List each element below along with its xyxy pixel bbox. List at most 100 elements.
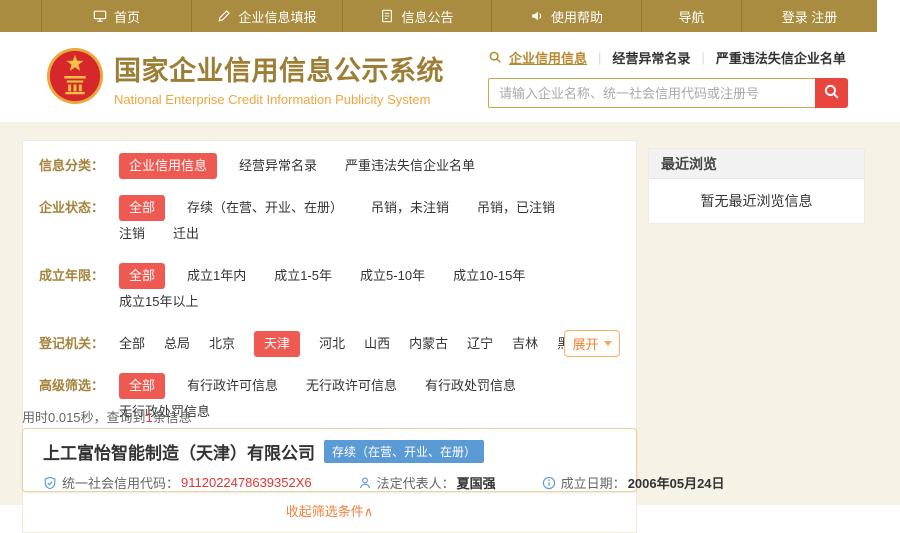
filter-option[interactable]: 河北	[319, 334, 345, 354]
search-button[interactable]	[815, 78, 848, 108]
filter-options-registration-authority: 全部总局北京天津河北山西内蒙古辽宁吉林黑龙江	[119, 331, 620, 357]
filter-option[interactable]: 成立10-15年	[453, 266, 525, 286]
pen-icon	[217, 9, 231, 23]
filter-option[interactable]: 经营异常名录	[239, 156, 317, 176]
field-value: 2006年05月24日	[627, 476, 725, 491]
filter-option-line: 企业信用信息 经营异常名录 严重违法失信企业名单	[119, 153, 620, 179]
sidebar-title: 最近浏览	[649, 149, 864, 179]
nav-item-site-navigation[interactable]: 导航	[642, 0, 742, 32]
filter-option[interactable]: 成立15年以上	[119, 292, 198, 312]
speaker-icon	[530, 9, 544, 23]
search-tabs-magnifier-icon	[488, 50, 502, 64]
filter-option[interactable]: 存续（在营、开业、在册）	[187, 198, 343, 218]
filter-option[interactable]: 山西	[364, 334, 390, 354]
filter-option[interactable]: 成立1年内	[187, 266, 246, 286]
document-icon	[380, 9, 394, 23]
filter-option[interactable]: 吉林	[512, 334, 538, 354]
filter-option[interactable]: 无行政许可信息	[306, 376, 397, 396]
page-title: 国家企业信用信息公示系统	[114, 56, 444, 86]
sidebar-empty-text: 暂无最近浏览信息	[700, 193, 813, 209]
tab-divider: |	[701, 49, 705, 65]
info-circle-icon	[542, 476, 556, 490]
nav-item-label: 信息公告	[401, 9, 454, 25]
field-value: 夏国强	[456, 476, 496, 491]
nav-item-help[interactable]: 使用帮助	[492, 0, 642, 32]
tab-divider: |	[598, 49, 602, 65]
filter-option[interactable]: 严重违法失信企业名单	[345, 156, 475, 176]
results-summary: 用时0.015秒，查询到1条信息	[22, 407, 192, 426]
expand-button-label: 展开	[572, 337, 599, 352]
nav-item-home[interactable]: 首页	[42, 0, 192, 32]
filter-option[interactable]: 全部	[119, 195, 166, 221]
filter-option[interactable]: 有行政许可信息	[187, 376, 278, 396]
filter-option[interactable]: 天津	[254, 331, 301, 357]
filter-row-enterprise-status: 企业状态： 全部 存续（在营、开业、在册） 吊销，未注销 吊销，已注销注销 迁出	[39, 195, 620, 247]
filter-option-line: 全部 存续（在营、开业、在册） 吊销，未注销 吊销，已注销注销 迁出	[119, 195, 620, 247]
page-subtitle: National Enterprise Credit Information P…	[114, 92, 431, 107]
search-tabs: 企业信用信息 | 经营异常名录 | 严重违法失信企业名单	[488, 47, 860, 67]
filter-option[interactable]: 吊销，已注销	[477, 198, 555, 218]
filter-option[interactable]: 成立1-5年	[274, 266, 332, 286]
filter-label-establishment-years: 成立年限：	[39, 268, 105, 283]
site-header: 国家企业信用信息公示系统 National Enterprise Credit …	[0, 32, 900, 122]
company-field: 统一社会信用代码： 9112022478639352X6	[43, 473, 312, 492]
filter-options-enterprise-status: 全部 存续（在营、开业、在册） 吊销，未注销 吊销，已注销注销 迁出	[119, 195, 620, 247]
caret-down-icon	[603, 341, 612, 346]
filter-option[interactable]: 北京	[209, 334, 235, 354]
main-area: 信息分类： 企业信用信息 经营异常名录 严重违法失信企业名单企业状态： 全部 存续（在营、…	[0, 122, 900, 533]
nav-item-label: 导航	[678, 9, 705, 25]
filter-option-line: 全部 有行政许可信息 无行政许可信息 有行政处罚信息无行政处罚信息	[119, 373, 620, 425]
summary-count: 1	[145, 410, 153, 425]
recent-views-sidebar: 最近浏览 暂无最近浏览信息	[648, 148, 865, 224]
field-label: 统一社会信用代码：	[62, 476, 180, 491]
company-field: 成立日期： 2006年05月24日	[542, 473, 725, 492]
filter-option[interactable]: 成立5-10年	[360, 266, 425, 286]
search-tab-1[interactable]: 企业信用信息	[509, 48, 587, 67]
filter-option[interactable]: 全部	[119, 373, 166, 399]
nav-item-enterprise-info-filing[interactable]: 企业信息填报	[192, 0, 343, 32]
nav-spacer	[0, 0, 42, 32]
search-tab-2[interactable]: 经营异常名录	[612, 48, 690, 67]
filter-option[interactable]: 有行政处罚信息	[425, 376, 516, 396]
search-block: 企业信用信息 | 经营异常名录 | 严重违法失信企业名单	[488, 47, 860, 108]
filter-option[interactable]: 企业信用信息	[119, 153, 218, 179]
nav-item-login-register[interactable]: 登录 注册	[742, 0, 877, 32]
company-field: 法定代表人： 夏国强	[358, 473, 496, 492]
filter-option[interactable]: 全部	[119, 263, 166, 289]
company-fields-row: 统一社会信用代码： 9112022478639352X6 法定代表人： 夏国强 成立日期…	[43, 473, 725, 492]
filter-label-info-category: 信息分类：	[39, 158, 105, 173]
filter-options-info-category: 企业信用信息 经营异常名录 严重违法失信企业名单	[119, 153, 620, 179]
filter-option[interactable]: 辽宁	[467, 334, 493, 354]
summary-prefix: 用时0.015秒，查询到	[22, 410, 146, 425]
title-block: 国家企业信用信息公示系统 National Enterprise Credit …	[114, 49, 444, 107]
search-input[interactable]	[488, 78, 815, 108]
monitor-icon	[93, 9, 107, 23]
search-tab-3[interactable]: 严重违法失信企业名单	[716, 48, 846, 67]
filter-option[interactable]: 内蒙古	[409, 334, 448, 354]
search-row	[488, 78, 860, 108]
filter-row-establishment-years: 成立年限： 全部 成立1年内 成立1-5年 成立5-10年 成立10-15年成立15年以上	[39, 263, 620, 315]
nav-item-label: 企业信息填报	[238, 9, 317, 25]
top-nav: 首页 企业信息填报 信息公告 使用帮助 导航 登录 注册	[0, 0, 877, 32]
filter-label-enterprise-status: 企业状态：	[39, 200, 105, 215]
filter-option[interactable]: 注销	[119, 224, 145, 244]
shield-id-icon	[43, 476, 57, 490]
field-label: 法定代表人：	[376, 476, 455, 491]
nav-item-announcements[interactable]: 信息公告	[343, 0, 492, 32]
nav-item-label: 首页	[113, 9, 140, 25]
filter-row-info-category: 信息分类： 企业信用信息 经营异常名录 严重违法失信企业名单	[39, 153, 620, 179]
field-value: 9112022478639352X6	[181, 475, 312, 490]
expand-button[interactable]: 展开	[564, 330, 620, 357]
person-icon	[358, 476, 372, 490]
collapse-filters-link[interactable]: 收起筛选条件∧	[39, 499, 620, 526]
filter-option-line: 全部总局北京天津河北山西内蒙古辽宁吉林黑龙江	[119, 331, 620, 357]
filter-option-line: 全部 成立1年内 成立1-5年 成立5-10年 成立10-15年成立15年以上	[119, 263, 620, 315]
filter-option[interactable]: 总局	[164, 334, 190, 354]
filter-option[interactable]: 迁出	[173, 224, 199, 244]
company-title-row: 上工富怡智能制造（天津）有限公司 存续（在营、开业、在册）	[43, 439, 616, 464]
nav-item-label: 使用帮助	[550, 9, 603, 25]
company-name-link[interactable]: 上工富怡智能制造（天津）有限公司	[43, 439, 315, 464]
company-result-card[interactable]: 上工富怡智能制造（天津）有限公司 存续（在营、开业、在册） 统一社会信用代码： 9…	[22, 428, 725, 492]
filter-option[interactable]: 全部	[119, 334, 145, 354]
filter-option[interactable]: 吊销，未注销	[371, 198, 449, 218]
